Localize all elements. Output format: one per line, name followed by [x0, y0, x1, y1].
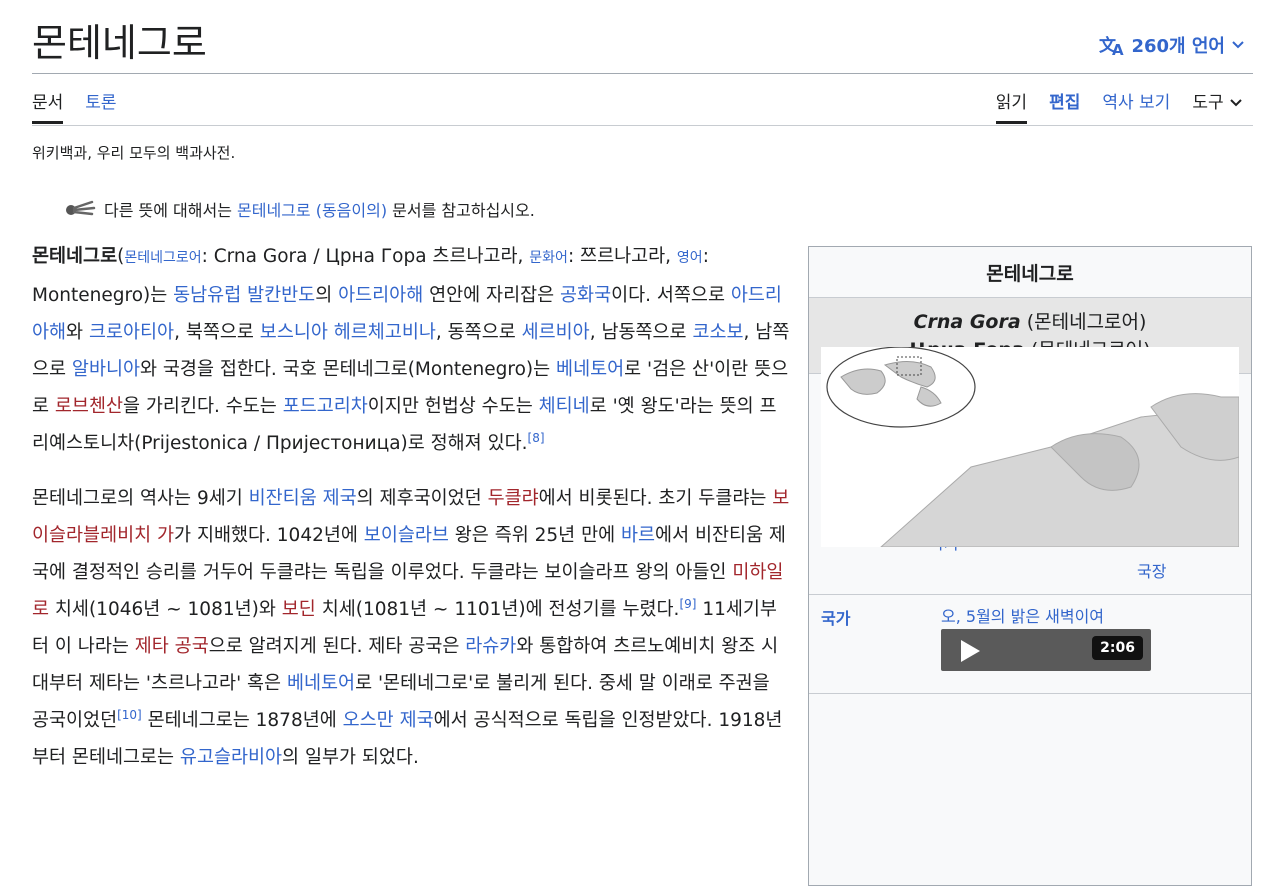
globe-map-icon	[821, 346, 1240, 548]
hatnote: 다른 뜻에 대해서는 몬테네그로 (동음이의) 문서를 참고하십시오.	[64, 196, 535, 222]
text: 의	[315, 285, 339, 306]
article-link[interactable]: 보스니아 헤르체고비나	[260, 322, 436, 343]
lead-term: 몬테네그로	[32, 246, 118, 267]
hatnote-link[interactable]: 몬테네그로 (동음이의)	[237, 201, 387, 220]
paragraph-1: 몬테네그로(몬테네그로어: Crna Gora / Црна Гора 츠르나고…	[32, 238, 790, 462]
article-link[interactable]: 베네토어	[287, 673, 355, 694]
text: 의 일부가 되었다.	[282, 747, 419, 768]
article-link[interactable]: 보이슬라브	[364, 525, 449, 546]
language-link[interactable]: 영어	[677, 250, 703, 266]
language-count: 260개 언어	[1131, 36, 1225, 57]
citation-link[interactable]: [8]	[528, 431, 545, 445]
article-link[interactable]: 포드고리차	[283, 396, 368, 417]
play-icon[interactable]	[959, 639, 981, 668]
infobox-title: 몬테네그로	[809, 247, 1251, 298]
tab-talk[interactable]: 토론	[85, 88, 116, 123]
article-link[interactable]: 알바니아	[72, 359, 140, 380]
text: 치세(1081년 ~ 1101년)에 전성기를 누렸다.	[315, 599, 680, 620]
tools-dropdown[interactable]: 도구	[1192, 88, 1243, 123]
article-link[interactable]: 세르비아	[522, 322, 590, 343]
text: 몬테네그로는 1878년에	[141, 710, 343, 731]
article-link[interactable]: 크로아티아	[89, 322, 174, 343]
text: 가 지배했다. 1042년에	[174, 525, 364, 546]
language-link[interactable]: 몬테네그로어	[124, 250, 201, 266]
location-map[interactable]	[821, 346, 1240, 548]
anthem-title[interactable]: 오, 5월의 밝은 새벽이여	[941, 603, 1104, 627]
article-link[interactable]: 라슈카	[465, 636, 516, 657]
red-link[interactable]: 보딘	[282, 599, 316, 620]
text: , 동쪽으로	[435, 322, 522, 343]
tab-read[interactable]: 읽기	[995, 88, 1028, 124]
audio-duration: 2:06	[1092, 636, 1143, 660]
language-button[interactable]: 文A 260개 언어	[1099, 32, 1245, 58]
native-name-lang: (몬테네그로어)	[1020, 311, 1147, 333]
article-link[interactable]: 바르	[621, 525, 655, 546]
text: , 남동쪽으로	[589, 322, 693, 343]
paragraph-2: 몬테네그로의 역사는 9세기 비잔티움 제국의 제후국이었던 두클랴에서 비롯된…	[32, 480, 790, 776]
text: 와 국경을 접한다. 국호 몬테네그로(Montenegro)는	[140, 359, 557, 380]
text: 와	[66, 322, 89, 343]
article-link[interactable]: 유고슬라비아	[180, 747, 282, 768]
article-link[interactable]: 동남유럽	[173, 285, 241, 306]
chevron-down-icon	[1230, 99, 1242, 107]
article-link[interactable]: 체티네	[539, 396, 590, 417]
article-body: 몬테네그로(몬테네그로어: Crna Gora / Црна Гора 츠르나고…	[32, 238, 790, 794]
article-link[interactable]: 베네토어	[556, 359, 624, 380]
site-tagline: 위키백과, 우리 모두의 백과사전.	[32, 144, 236, 162]
text: 연안에 자리잡은	[423, 285, 561, 306]
tab-article[interactable]: 문서	[32, 88, 64, 124]
red-link[interactable]: 제타 공국	[135, 636, 209, 657]
native-name-latin: Crna Gora	[913, 311, 1021, 333]
chevron-down-icon	[1231, 40, 1245, 50]
text: 을 가리킨다. 수도는	[123, 396, 283, 417]
citation-link[interactable]: [10]	[117, 708, 142, 722]
red-link[interactable]: 두클랴	[488, 488, 539, 509]
translate-icon: 文A	[1099, 34, 1125, 56]
article-link[interactable]: 아드리아해	[338, 285, 423, 306]
title-divider	[32, 73, 1253, 74]
namespace-tabs: 문서 토론	[32, 88, 117, 124]
text: 이지만 헌법상 수도는	[367, 396, 539, 417]
view-tabs: 읽기 편집 역사 보기 도구	[995, 88, 1243, 124]
article-link[interactable]: 코소보	[692, 322, 743, 343]
text: : Crna Gora / Црна Гора 츠르나고라,	[201, 246, 530, 267]
text: 으로 알려지게 된다. 제타 공국은	[208, 636, 466, 657]
text: 에서 비롯된다. 초기 두클랴는	[538, 488, 773, 509]
tools-label: 도구	[1192, 93, 1224, 113]
tab-history[interactable]: 역사 보기	[1102, 88, 1170, 123]
audio-player[interactable]: 2:06	[941, 629, 1151, 671]
text: 의 제후국이었던	[356, 488, 488, 509]
tabs-divider	[32, 125, 1253, 126]
disambiguation-icon	[64, 196, 98, 222]
svg-text:A: A	[1112, 41, 1124, 56]
text: 왕은 즉위 25년 만에	[448, 525, 621, 546]
text: 이다. 서쪽으로	[611, 285, 731, 306]
article-link[interactable]: 발칸반도	[247, 285, 315, 306]
anthem-label[interactable]: 국가	[821, 605, 850, 629]
text: : 쯔르나고라,	[567, 246, 677, 267]
coat-of-arms-caption[interactable]: 국장	[1137, 558, 1166, 582]
text: 몬테네그로의 역사는 9세기	[32, 488, 249, 509]
tab-edit[interactable]: 편집	[1049, 88, 1080, 123]
hatnote-text-end: 문서를 참고하십시오.	[387, 201, 535, 220]
article-link[interactable]: 공화국	[560, 285, 611, 306]
page-title: 몬테네그로	[32, 21, 207, 65]
red-link[interactable]: 로브첸산	[55, 396, 123, 417]
infobox: 몬테네그로 Crna Gora (몬테네그로어) Црна Гора (몬테네그…	[808, 246, 1252, 886]
hatnote-text: 다른 뜻에 대해서는	[104, 201, 238, 220]
language-link[interactable]: 문화어	[529, 250, 568, 266]
text: , 북쪽으로	[174, 322, 260, 343]
text: 치세(1046년 ~ 1081년)와	[49, 599, 282, 620]
infobox-anthem-row: 국가 오, 5월의 밝은 새벽이여 2:06	[809, 595, 1251, 694]
citation-link[interactable]: [9]	[679, 597, 696, 611]
article-link[interactable]: 비잔티움 제국	[249, 488, 357, 509]
article-link[interactable]: 오스만 제국	[343, 710, 434, 731]
